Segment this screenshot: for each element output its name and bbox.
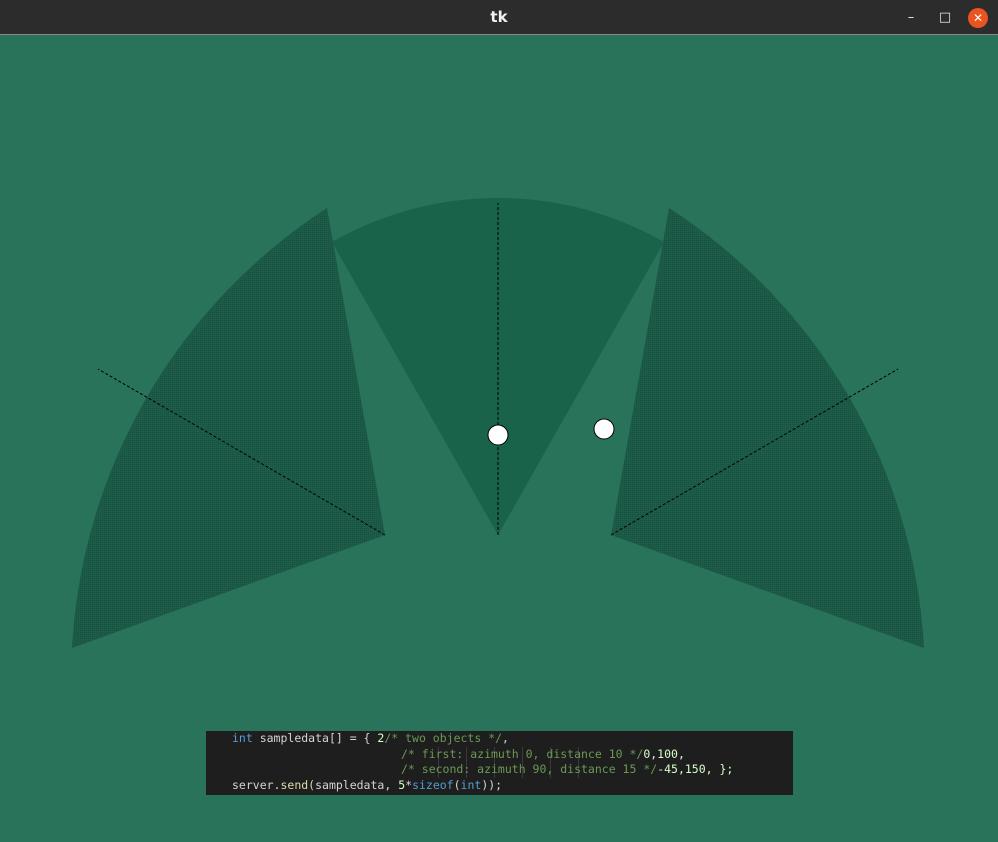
code-line-2: /* first: azimuth 0, distance 10 */0,100… [401, 746, 685, 761]
minimize-button[interactable]: – [901, 8, 921, 28]
object-marker-2 [593, 418, 615, 440]
code-line-1: int sampledata[] = { 2/* two objects */, [232, 731, 509, 745]
radar-canvas [72, 197, 924, 648]
title-bar[interactable]: tk – □ ✕ [0, 0, 998, 35]
right-sector [611, 208, 924, 648]
code-snippet: int sampledata[] = { 2/* two objects */,… [206, 731, 793, 795]
maximize-icon: □ [938, 10, 952, 25]
minimize-icon: – [907, 10, 915, 25]
maximize-button[interactable]: □ [935, 8, 955, 28]
close-button[interactable]: ✕ [968, 8, 988, 28]
left-sector [72, 208, 385, 648]
close-icon: ✕ [972, 11, 984, 25]
code-line-4: server.send(sampledata, 5*sizeof(int)); [232, 777, 503, 792]
window-title: tk [490, 8, 508, 26]
object-marker-1 [487, 424, 509, 446]
code-line-3: /* second: azimuth 90, distance 15 */-45… [401, 762, 734, 776]
